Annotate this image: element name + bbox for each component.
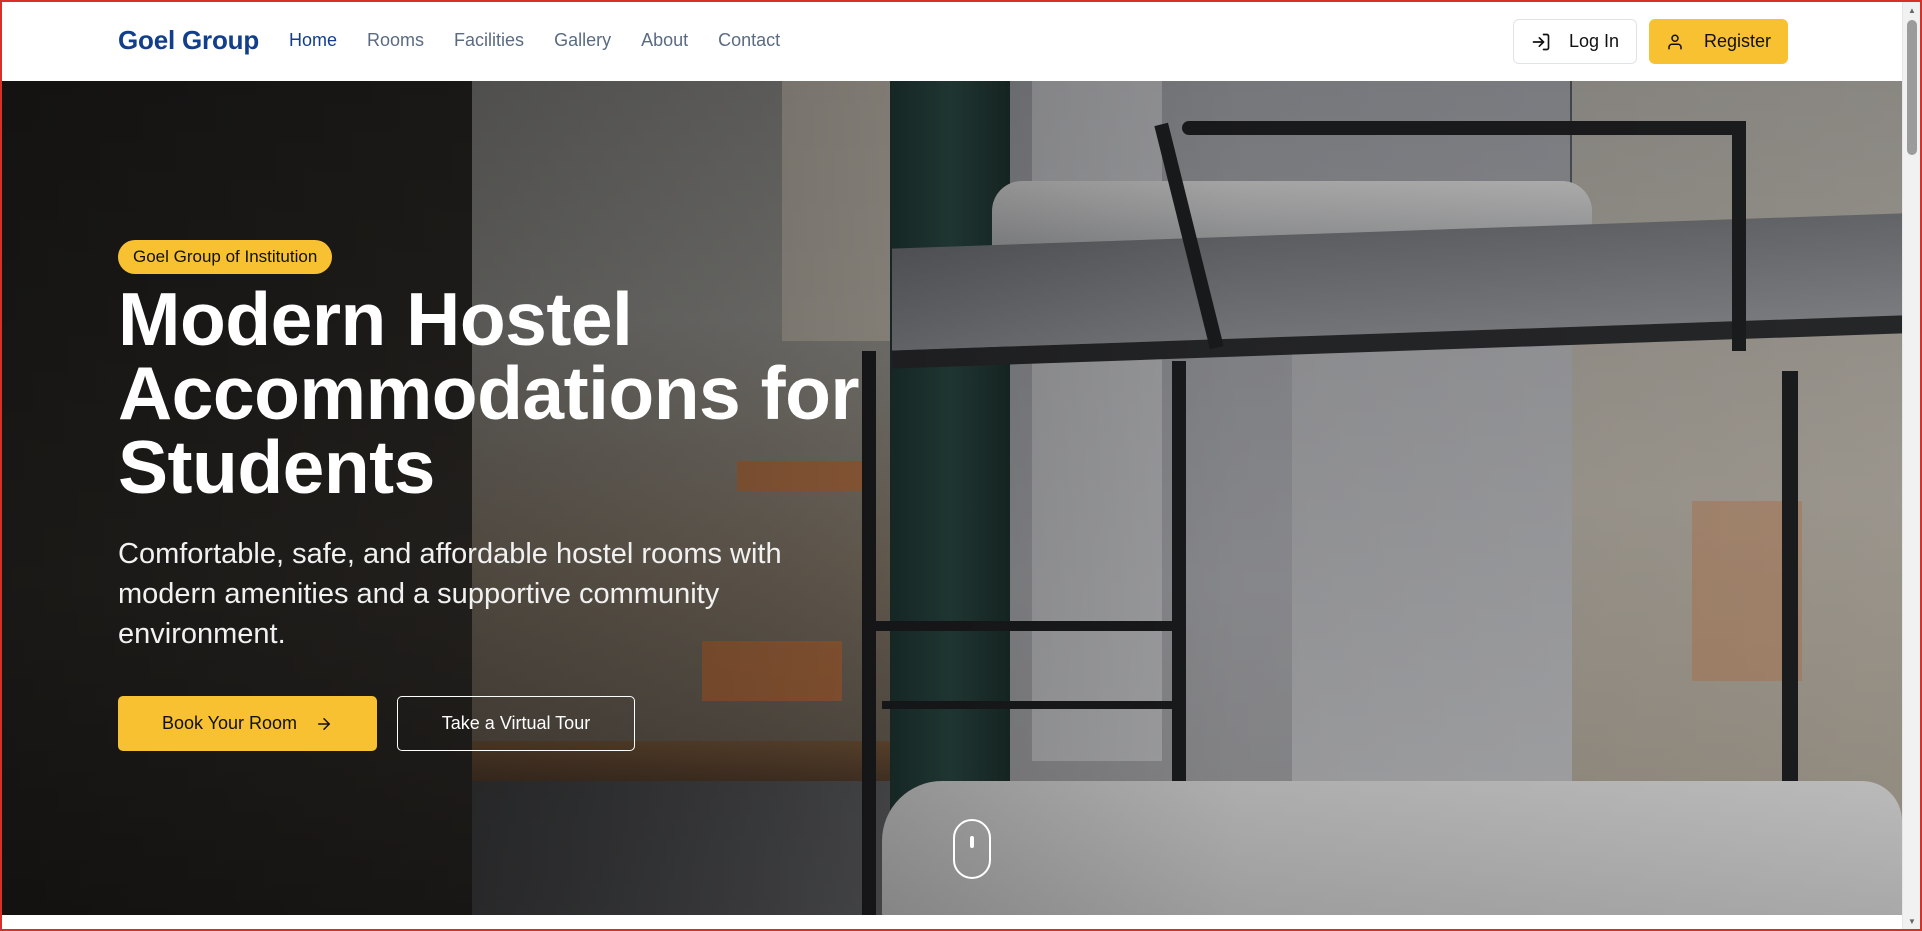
scrollbar-thumb[interactable] <box>1907 20 1917 155</box>
scroll-down-arrow-icon[interactable]: ▼ <box>1903 913 1921 929</box>
navbar: Goel Group Home Rooms Facilities Gallery… <box>0 0 1902 81</box>
hero-title: Modern Hostel Accommodations for Student… <box>118 277 860 509</box>
book-room-label: Book Your Room <box>161 713 298 733</box>
register-label: Register <box>1703 31 1772 51</box>
nav-link-about[interactable]: About <box>641 30 688 51</box>
page-bottom-strip <box>2 915 1902 929</box>
brand-logo[interactable]: Goel Group <box>118 25 259 56</box>
vertical-scrollbar[interactable]: ▲ ▼ <box>1902 2 1920 929</box>
nav-link-contact[interactable]: Contact <box>718 30 780 51</box>
hero-section: Goel Group of Institution Modern Hostel … <box>2 81 1902 915</box>
virtual-tour-label: Take a Virtual Tour <box>441 713 591 733</box>
login-label: Log In <box>1568 31 1620 51</box>
scroll-indicator-dot <box>970 836 974 848</box>
hero-content: Goel Group of Institution Modern Hostel … <box>118 240 918 751</box>
nav-link-home[interactable]: Home <box>289 30 337 51</box>
main-nav: Home Rooms Facilities Gallery About Cont… <box>289 30 780 51</box>
arrow-right-icon <box>315 715 333 733</box>
institution-badge: Goel Group of Institution <box>118 240 333 274</box>
book-room-button[interactable]: Book Your Room <box>118 696 377 751</box>
nav-link-rooms[interactable]: Rooms <box>367 30 424 51</box>
scroll-up-arrow-icon[interactable]: ▲ <box>1903 2 1921 18</box>
hero-buttons: Book Your Room Take a Virtual Tour <box>118 696 918 751</box>
login-button[interactable]: Log In <box>1513 19 1637 64</box>
hero-subtitle: Comfortable, safe, and affordable hostel… <box>118 538 782 650</box>
user-icon <box>1666 33 1684 51</box>
nav-link-gallery[interactable]: Gallery <box>554 30 611 51</box>
mouse-scroll-icon[interactable] <box>953 819 991 879</box>
virtual-tour-button[interactable]: Take a Virtual Tour <box>397 696 635 751</box>
nav-link-facilities[interactable]: Facilities <box>454 30 524 51</box>
nav-actions: Log In Register <box>1513 19 1788 64</box>
register-button[interactable]: Register <box>1649 19 1788 64</box>
log-in-icon <box>1531 32 1551 52</box>
